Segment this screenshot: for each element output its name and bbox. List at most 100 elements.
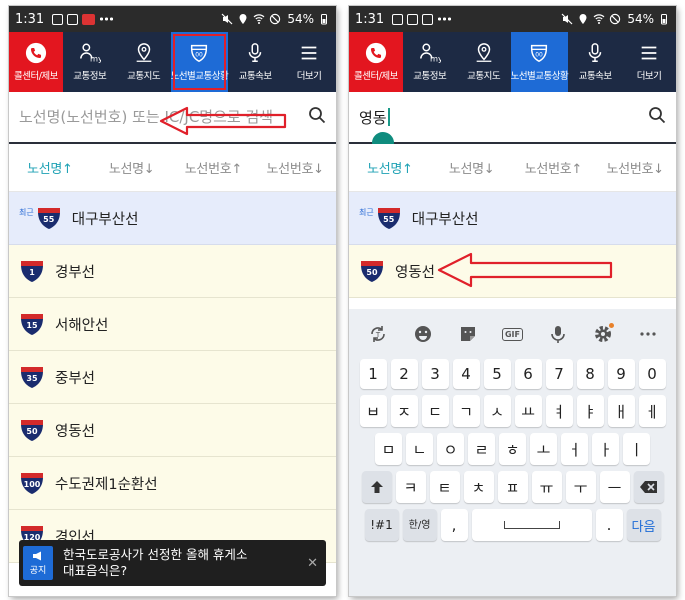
tab-sort-name-asc[interactable]: 노선명↑: [9, 158, 91, 177]
key[interactable]: ㄹ: [468, 433, 495, 465]
key[interactable]: ㅑ: [576, 395, 604, 427]
key[interactable]: ㅡ: [599, 471, 630, 503]
nav-label: 노선별교통상황: [170, 71, 229, 82]
sticker-icon[interactable]: [454, 320, 482, 348]
key[interactable]: ㅁ: [375, 433, 402, 465]
key[interactable]: 2: [390, 359, 418, 389]
key[interactable]: 9: [607, 359, 635, 389]
next-key[interactable]: 다음: [626, 509, 661, 541]
nav-traffic-news[interactable]: 교통속보: [568, 32, 622, 92]
key[interactable]: 0: [638, 359, 666, 389]
nav-route-traffic[interactable]: 00 노선별교통상황: [170, 32, 229, 92]
key[interactable]: ㅜ: [565, 471, 596, 503]
space-key[interactable]: [471, 509, 592, 541]
route-list: 최근 55 대구부산선 50 영동선: [349, 192, 676, 298]
keyboard-row-1: ㅂ ㅈ ㄷ ㄱ ㅅ ㅛ ㅕ ㅑ ㅐ ㅔ: [349, 395, 676, 427]
language-switch-key[interactable]: 한 / 영: [402, 509, 437, 541]
nav-traffic-map[interactable]: 교통지도: [457, 32, 511, 92]
key[interactable]: ㅅ: [483, 395, 511, 427]
tab-sort-number-desc[interactable]: 노선번호↓: [594, 158, 676, 177]
close-icon[interactable]: ✕: [307, 556, 318, 571]
notice-toast[interactable]: 공지 한국도로공사가 선정한 올해 휴게소 대표음식은? ✕: [19, 540, 326, 586]
nav-traffic-info[interactable]: my 교통정보: [63, 32, 117, 92]
list-item[interactable]: 최근 55 대구부산선: [349, 192, 676, 245]
key[interactable]: 4: [452, 359, 480, 389]
key[interactable]: 6: [514, 359, 542, 389]
key[interactable]: ㅛ: [514, 395, 542, 427]
shift-key[interactable]: [361, 471, 392, 503]
status-bar: 1:31 54%: [9, 6, 336, 32]
list-item[interactable]: 50 영동선: [9, 404, 336, 457]
keyboard-row-2: ㅁ ㄴ ㅇ ㄹ ㅎ ㅗ ㅓ ㅏ ㅣ: [349, 433, 676, 465]
settings-icon[interactable]: [589, 320, 617, 348]
key[interactable]: ㅇ: [437, 433, 464, 465]
microphone-icon[interactable]: [544, 320, 572, 348]
route-shield-icon: 55: [376, 205, 402, 231]
symbols-key[interactable]: !#1: [364, 509, 399, 541]
key[interactable]: ㅗ: [530, 433, 557, 465]
translate-icon[interactable]: T: [364, 320, 392, 348]
gallery-notification-icon: [392, 13, 404, 25]
tab-sort-number-asc[interactable]: 노선번호↑: [173, 158, 255, 177]
search-button[interactable]: [648, 106, 666, 128]
key[interactable]: ㅂ: [359, 395, 387, 427]
key[interactable]: ㅣ: [623, 433, 650, 465]
nav-traffic-map[interactable]: 교통지도: [117, 32, 171, 92]
nav-traffic-news[interactable]: 교통속보: [228, 32, 282, 92]
tab-sort-name-desc[interactable]: 노선명↓: [91, 158, 173, 177]
list-item[interactable]: 15 서해안선: [9, 298, 336, 351]
key[interactable]: 8: [576, 359, 604, 389]
nav-more[interactable]: 더보기: [282, 32, 336, 92]
search-input[interactable]: 영동: [359, 107, 648, 128]
search-bar: 영동: [349, 92, 676, 144]
list-item[interactable]: 50 영동선: [349, 245, 676, 298]
key[interactable]: ㅌ: [429, 471, 460, 503]
my-icon: my: [419, 43, 441, 63]
search-input[interactable]: [19, 102, 308, 132]
space-icon: [503, 521, 560, 529]
key[interactable]: ㅋ: [395, 471, 426, 503]
key[interactable]: ㅎ: [499, 433, 526, 465]
more-icon[interactable]: [634, 320, 662, 348]
nav-call-center[interactable]: 콜센터/제보: [349, 32, 403, 92]
nav-traffic-info[interactable]: my 교통정보: [403, 32, 457, 92]
key[interactable]: ㅓ: [561, 433, 588, 465]
nav-call-center[interactable]: 콜센터/제보: [9, 32, 63, 92]
battery-percent: 54%: [287, 12, 314, 26]
tab-sort-number-asc[interactable]: 노선번호↑: [513, 158, 595, 177]
key[interactable]: ㄱ: [452, 395, 480, 427]
list-item[interactable]: 1 경부선: [9, 245, 336, 298]
key[interactable]: 1: [359, 359, 387, 389]
svg-text:00: 00: [196, 52, 204, 59]
list-item[interactable]: 35 중부선: [9, 351, 336, 404]
nav-route-traffic[interactable]: 00 노선별교통상황: [510, 32, 569, 92]
key[interactable]: ㅕ: [545, 395, 573, 427]
key[interactable]: 5: [483, 359, 511, 389]
nav-more[interactable]: 더보기: [622, 32, 676, 92]
list-item[interactable]: 100 수도권제1순환선: [9, 457, 336, 510]
key[interactable]: ㅠ: [531, 471, 562, 503]
search-button[interactable]: [308, 106, 326, 128]
svg-text:my: my: [430, 53, 441, 63]
tab-sort-name-asc[interactable]: 노선명↑: [349, 158, 431, 177]
gif-button[interactable]: GIF: [499, 320, 527, 348]
svg-text:T: T: [374, 331, 380, 339]
key[interactable]: ㅍ: [497, 471, 528, 503]
key[interactable]: 7: [545, 359, 573, 389]
key[interactable]: ㅈ: [390, 395, 418, 427]
key[interactable]: ㄴ: [406, 433, 433, 465]
key[interactable]: ㅔ: [638, 395, 666, 427]
key[interactable]: ㄷ: [421, 395, 449, 427]
comma-key[interactable]: ,: [440, 509, 468, 541]
key[interactable]: 3: [421, 359, 449, 389]
tab-sort-name-desc[interactable]: 노선명↓: [431, 158, 513, 177]
backspace-key[interactable]: [633, 471, 664, 503]
key[interactable]: ㅏ: [592, 433, 619, 465]
key[interactable]: ㅐ: [607, 395, 635, 427]
tab-sort-number-desc[interactable]: 노선번호↓: [254, 158, 336, 177]
keyboard-row-4: !#1 한 / 영 , . 다음: [349, 509, 676, 541]
key[interactable]: ㅊ: [463, 471, 494, 503]
emoji-icon[interactable]: [409, 320, 437, 348]
list-item[interactable]: 최근 55 대구부산선: [9, 192, 336, 245]
period-key[interactable]: .: [595, 509, 623, 541]
